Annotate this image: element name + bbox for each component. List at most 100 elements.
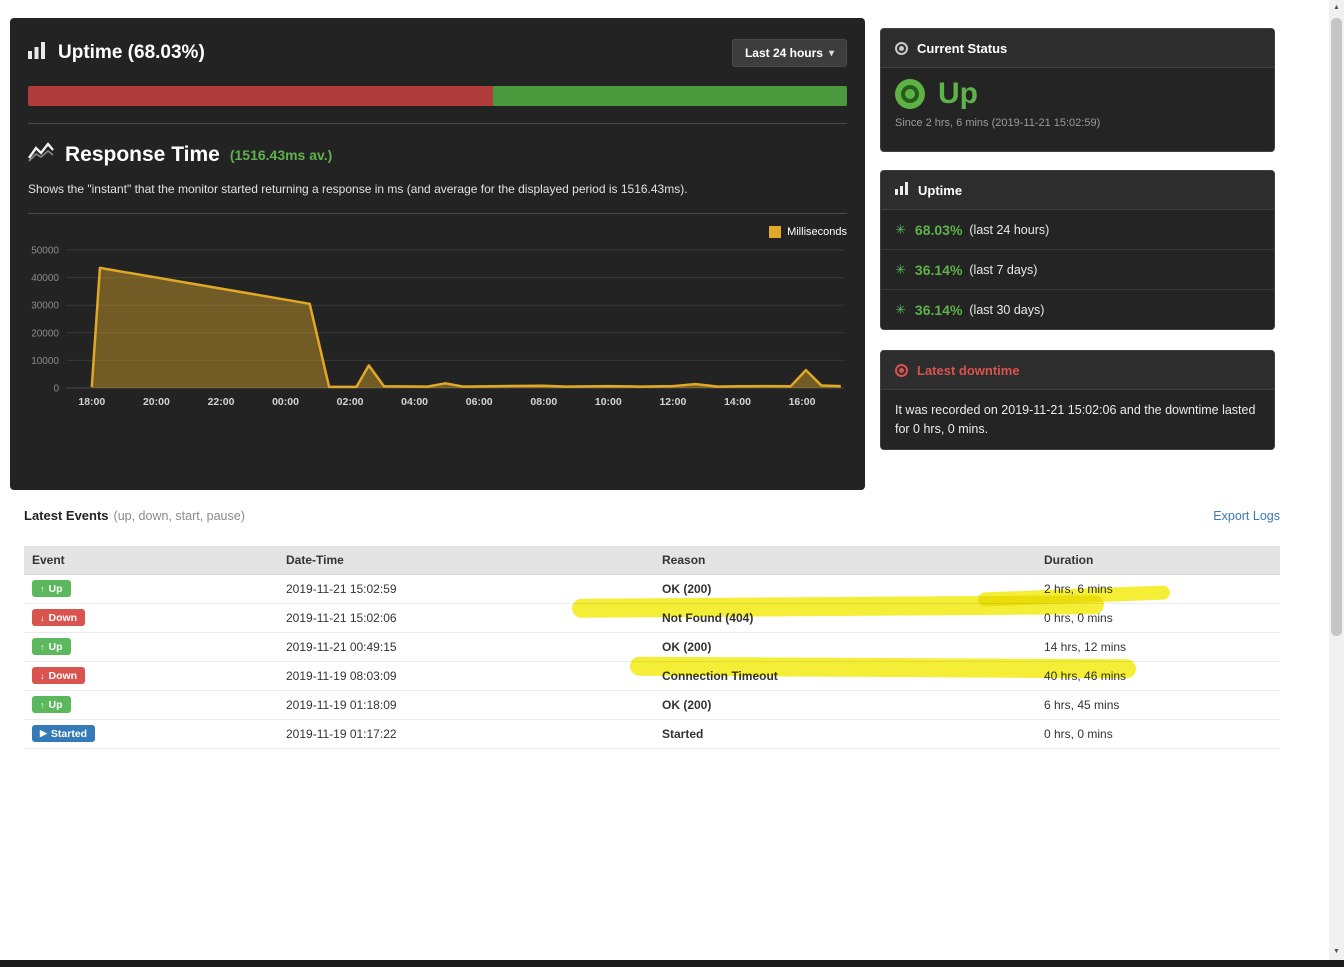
event-badge-up: ↑ Up bbox=[32, 696, 71, 713]
svg-text:12:00: 12:00 bbox=[659, 396, 686, 408]
latest-downtime-text: It was recorded on 2019-11-21 15:02:06 a… bbox=[895, 403, 1256, 437]
column-header-reason: Reason bbox=[654, 546, 1036, 575]
event-datetime: 2019-11-19 08:03:09 bbox=[278, 661, 654, 691]
svg-text:08:00: 08:00 bbox=[530, 396, 557, 408]
export-logs-link[interactable]: Export Logs bbox=[1213, 509, 1280, 523]
event-label: Down bbox=[48, 611, 78, 624]
divider bbox=[28, 213, 847, 214]
uptime-percentage: 36.14% bbox=[914, 261, 963, 278]
response-time-average: (1516.43ms av.) bbox=[229, 146, 333, 163]
latest-downtime-panel: Latest downtime It was recorded on 2019-… bbox=[880, 350, 1275, 450]
event-label: Up bbox=[48, 582, 63, 595]
event-label: Up bbox=[48, 640, 63, 653]
response-time-description: Shows the "instant" that the monitor sta… bbox=[28, 182, 688, 196]
table-row: ↓ Down 2019-11-19 08:03:09 Connection Timeo… bbox=[24, 661, 1280, 691]
up-icon: ↑ bbox=[40, 641, 45, 652]
chart-legend: Milliseconds bbox=[28, 226, 847, 238]
table-row: ▶ Started 2019-11-19 01:17:22 Started 0 hrs,… bbox=[24, 719, 1280, 749]
time-range-dropdown[interactable]: Last 24 hours ▾ bbox=[731, 39, 847, 67]
table-row: ↓ Down 2019-11-21 15:02:06 Not Found (404) 0… bbox=[24, 603, 1280, 633]
uptime-period-label: (last 30 days) bbox=[969, 303, 1045, 317]
events-table: Event Date-Time Reason Duration ↑ Up 2019-… bbox=[24, 546, 1280, 749]
asterisk-icon: ✳ bbox=[895, 221, 906, 237]
current-status-panel: Current Status Up Since 2 hrs, 6 mins (2… bbox=[880, 28, 1275, 152]
svg-text:02:00: 02:00 bbox=[337, 396, 364, 408]
asterisk-icon: ✳ bbox=[895, 302, 906, 317]
table-row: ↑ Up 2019-11-21 00:49:15 OK (200) 14 hrs, 12… bbox=[24, 632, 1280, 662]
event-reason: OK (200) bbox=[654, 574, 1036, 604]
current-status-title: Current Status bbox=[917, 40, 1008, 56]
event-duration: 40 hrs, 46 mins bbox=[1036, 661, 1280, 691]
event-label: Up bbox=[48, 698, 63, 711]
event-reason: OK (200) bbox=[654, 690, 1036, 720]
uptime-stats-list: ✳ 68.03% (last 24 hours) ✳ 36.14% (last 7 day… bbox=[881, 210, 1274, 329]
table-header-row: Event Date-Time Reason Duration bbox=[24, 546, 1280, 575]
uptime-timeline-bar bbox=[28, 86, 847, 106]
svg-text:06:00: 06:00 bbox=[466, 396, 493, 408]
event-badge-up: ↑ Up bbox=[32, 638, 71, 655]
svg-text:20000: 20000 bbox=[31, 328, 59, 339]
uptime-title: Uptime (68.03%) bbox=[58, 42, 205, 63]
legend-label: Milliseconds bbox=[787, 226, 847, 238]
events-title: Latest Events bbox=[24, 508, 109, 523]
event-duration: 14 hrs, 12 mins bbox=[1036, 632, 1280, 662]
event-datetime: 2019-11-19 01:18:09 bbox=[278, 690, 654, 720]
vertical-scrollbar[interactable]: ▲ ▼ bbox=[1329, 0, 1344, 960]
events-table-body: ↑ Up 2019-11-21 15:02:59 OK (200) 2 hrs, 6 m… bbox=[24, 574, 1280, 749]
uptime-bar-up bbox=[493, 86, 847, 106]
events-header: Latest Events (up, down, start, pause) E… bbox=[24, 508, 1280, 538]
uptime-bar-down bbox=[28, 86, 494, 106]
legend-color-swatch bbox=[769, 226, 782, 238]
latest-downtime-title: Latest downtime bbox=[917, 362, 1020, 378]
event-reason: Started bbox=[654, 719, 1036, 749]
svg-text:10000: 10000 bbox=[31, 356, 59, 367]
time-range-label: Last 24 hours bbox=[744, 46, 823, 60]
event-datetime: 2019-11-21 00:49:15 bbox=[278, 632, 654, 662]
event-duration: 2 hrs, 6 mins bbox=[1036, 574, 1280, 604]
events-subtitle: (up, down, start, pause) bbox=[113, 509, 245, 523]
event-label: Down bbox=[48, 669, 78, 682]
column-header-datetime: Date-Time bbox=[278, 546, 654, 575]
uptime-stat-row: ✳ 36.14% (last 7 days) bbox=[881, 250, 1274, 290]
uptime-stats-header: Uptime bbox=[881, 171, 1274, 210]
response-time-title: Response Time bbox=[65, 142, 220, 166]
uptime-header: Uptime (68.03%) Last 24 hours ▾ bbox=[28, 34, 847, 72]
status-dot-icon bbox=[895, 41, 908, 55]
uptime-stats-panel: Uptime ✳ 68.03% (last 24 hours) ✳ 36.14% (las… bbox=[880, 170, 1275, 330]
uptime-response-panel: Uptime (68.03%) Last 24 hours ▾ Response… bbox=[10, 18, 865, 490]
up-icon: ↑ bbox=[40, 583, 45, 594]
response-time-header: Response Time (1516.43ms av.) bbox=[28, 142, 847, 167]
event-duration: 0 hrs, 0 mins bbox=[1036, 719, 1280, 749]
caret-down-icon: ▾ bbox=[828, 47, 834, 59]
divider bbox=[28, 123, 847, 124]
event-datetime: 2019-11-19 01:17:22 bbox=[278, 719, 654, 749]
down-icon: ↓ bbox=[40, 612, 45, 623]
event-datetime: 2019-11-21 15:02:59 bbox=[278, 574, 654, 604]
column-header-duration: Duration bbox=[1036, 546, 1280, 575]
svg-text:10:00: 10:00 bbox=[595, 396, 622, 408]
svg-text:16:00: 16:00 bbox=[789, 396, 816, 408]
uptime-stats-title: Uptime bbox=[918, 182, 963, 198]
asterisk-icon: ✳ bbox=[895, 261, 906, 277]
svg-text:30000: 30000 bbox=[31, 301, 59, 312]
scrollbar-up-arrow[interactable]: ▲ bbox=[1329, 0, 1344, 16]
svg-text:40000: 40000 bbox=[31, 273, 59, 284]
bar-chart-icon bbox=[895, 182, 909, 198]
event-duration: 6 hrs, 45 mins bbox=[1036, 690, 1280, 720]
current-status-header: Current Status bbox=[881, 29, 1274, 68]
latest-events-section: Latest Events (up, down, start, pause) E… bbox=[24, 508, 1280, 749]
svg-text:14:00: 14:00 bbox=[724, 396, 751, 408]
event-reason: OK (200) bbox=[654, 632, 1036, 662]
event-badge-down: ↓ Down bbox=[32, 667, 86, 684]
uptime-period-label: (last 24 hours) bbox=[969, 222, 1050, 237]
table-row: ↑ Up 2019-11-19 01:18:09 OK (200) 6 hrs, 45 … bbox=[24, 690, 1280, 720]
scrollbar-down-arrow[interactable]: ▼ bbox=[1329, 944, 1344, 960]
svg-text:04:00: 04:00 bbox=[401, 396, 428, 408]
event-duration: 0 hrs, 0 mins bbox=[1036, 603, 1280, 633]
current-status-body: Up Since 2 hrs, 6 mins (2019-11-21 15:02… bbox=[881, 68, 1274, 129]
status-since: Since 2 hrs, 6 mins (2019-11-21 15:02:59… bbox=[895, 117, 1101, 129]
svg-text:50000: 50000 bbox=[31, 246, 59, 257]
scrollbar-thumb[interactable] bbox=[1331, 18, 1342, 636]
bottom-edge-strip bbox=[0, 960, 1344, 967]
uptime-stat-row: ✳ 68.03% (last 24 hours) bbox=[881, 210, 1274, 250]
